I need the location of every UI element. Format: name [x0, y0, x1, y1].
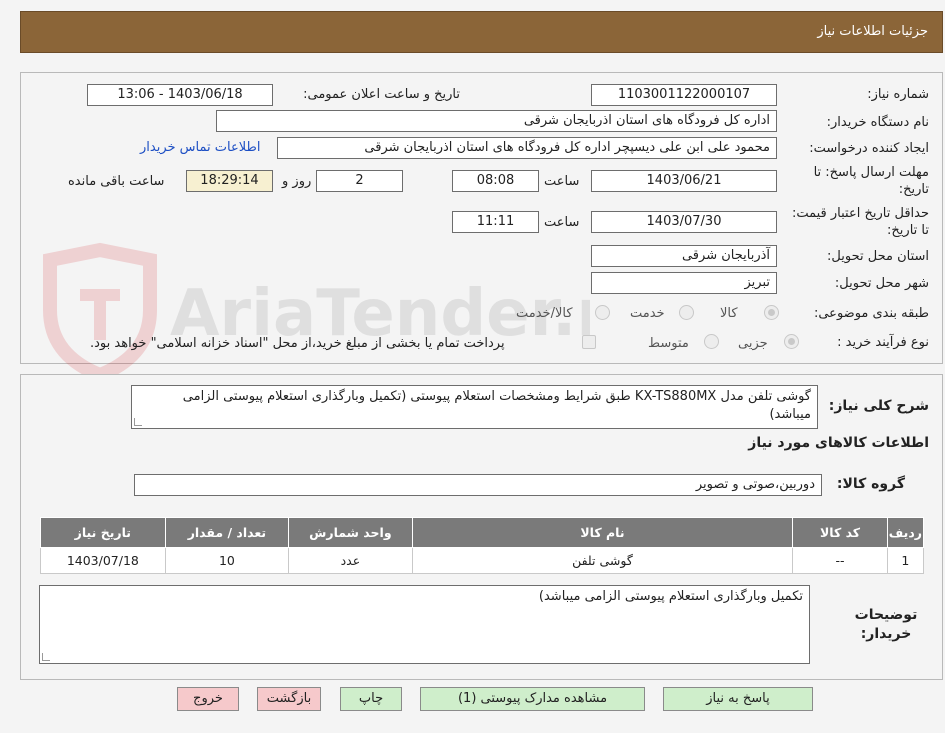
category-label-goods-service: کالا/خدمت: [516, 306, 573, 321]
notes-textarea: تکمیل وبارگذاری استعلام پیوستی الزامی می…: [39, 585, 810, 664]
announce-label: تاریخ و ساعت اعلان عمومی:: [303, 87, 460, 102]
resize-handle-icon[interactable]: [42, 653, 50, 661]
deadline-time-label: ساعت: [544, 174, 580, 189]
cell-qty: 10: [164, 547, 290, 574]
category-radio-goods[interactable]: [764, 305, 779, 320]
summary-text: گوشی تلفن مدل KX-TS880MX طبق شرایط ومشخص…: [182, 389, 811, 422]
goods-group-label: گروه کالا:: [836, 476, 905, 492]
buyer-org-label: نام دستگاه خریدار:: [826, 115, 929, 130]
validity-time-label: ساعت: [544, 215, 580, 230]
category-radio-service[interactable]: [679, 305, 694, 320]
col-name: نام کالا: [411, 517, 794, 548]
province-label: استان محل تحویل:: [827, 249, 929, 264]
creator-label: ایجاد کننده درخواست:: [809, 141, 929, 156]
city-label: شهر محل تحویل:: [834, 276, 929, 291]
cell-code: --: [792, 547, 888, 574]
goods-table-header: ردیف کد کالا نام کالا واحد شمارش تعداد /…: [40, 517, 925, 548]
process-label-minor: جزیی: [738, 336, 768, 351]
category-radio-goods-service[interactable]: [595, 305, 610, 320]
payment-note: پرداخت تمام یا بخشی از مبلغ خرید،از محل …: [90, 336, 505, 351]
treasury-checkbox[interactable]: [582, 335, 596, 349]
cell-row: 1: [886, 547, 925, 574]
notes-text: تکمیل وبارگذاری استعلام پیوستی الزامی می…: [538, 589, 803, 604]
province-field: آذربایجان شرقی: [591, 245, 777, 267]
validity-time-field: 11:11: [452, 211, 539, 233]
days-field: 2: [316, 170, 403, 192]
deadline-time-field: 08:08: [452, 170, 539, 192]
process-radio-minor[interactable]: [784, 334, 799, 349]
category-label: طبقه بندی موضوعی:: [813, 306, 929, 321]
notes-label: توضیحات خریدار:: [854, 607, 918, 642]
cell-unit: عدد: [288, 547, 413, 574]
buyer-org-field: اداره کل فرودگاه های استان اذربایجان شرق…: [216, 110, 777, 132]
summary-textarea: گوشی تلفن مدل KX-TS880MX طبق شرایط ومشخص…: [131, 385, 818, 429]
table-row: 1 -- گوشی تلفن عدد 10 1403/07/18: [40, 547, 925, 574]
need-number-field: 1103001122000107: [591, 84, 777, 106]
remaining-time-field: 18:29:14: [186, 170, 273, 192]
col-code: کد کالا: [792, 517, 888, 548]
goods-group-field: دوربین،صوتی و تصویر: [134, 474, 822, 496]
resize-handle-icon[interactable]: [134, 418, 142, 426]
need-number-label: شماره نیاز:: [867, 87, 929, 102]
back-button[interactable]: بازگشت: [257, 687, 321, 711]
city-field: تبریز: [591, 272, 777, 294]
remaining-label: ساعت باقی مانده: [68, 174, 165, 189]
buyer-contact-link[interactable]: اطلاعات تماس خریدار: [140, 140, 260, 155]
process-label: نوع فرآیند خرید :: [837, 335, 929, 350]
cell-date: 1403/07/18: [40, 547, 166, 574]
creator-field: محمود علی ابن علی دیسپچر اداره کل فرودگا…: [277, 137, 777, 159]
deadline-date-field: 1403/06/21: [591, 170, 777, 192]
category-label-goods: کالا: [720, 306, 738, 321]
reply-button[interactable]: پاسخ به نیاز: [663, 687, 813, 711]
days-label: روز و: [282, 174, 312, 189]
validity-date-field: 1403/07/30: [591, 211, 777, 233]
goods-section-title: اطلاعات کالاهای مورد نیاز: [748, 435, 929, 451]
col-row: ردیف: [886, 517, 925, 548]
deadline-label: مهلت ارسال پاسخ: تا تاریخ:: [813, 165, 929, 197]
page-header: جزئیات اطلاعات نیاز: [20, 11, 943, 53]
cell-name: گوشی تلفن: [411, 547, 794, 574]
summary-label: شرح کلی نیاز:: [828, 398, 929, 414]
col-date: تاریخ نیاز: [40, 517, 166, 548]
category-label-service: خدمت: [630, 306, 665, 321]
col-unit: واحد شمارش: [288, 517, 413, 548]
attachments-button[interactable]: مشاهده مدارک پیوستی (1): [420, 687, 645, 711]
process-label-medium: متوسط: [648, 336, 689, 351]
col-qty: تعداد / مقدار: [164, 517, 290, 548]
announce-field: 1403/06/18 - 13:06: [87, 84, 273, 106]
validity-label: حداقل تاریخ اعتبار قیمت: تا تاریخ:: [791, 206, 929, 238]
page-title: جزئیات اطلاعات نیاز: [817, 24, 928, 39]
process-radio-medium[interactable]: [704, 334, 719, 349]
print-button[interactable]: چاپ: [340, 687, 402, 711]
goods-table: ردیف کد کالا نام کالا واحد شمارش تعداد /…: [40, 517, 925, 574]
exit-button[interactable]: خروج: [177, 687, 239, 711]
